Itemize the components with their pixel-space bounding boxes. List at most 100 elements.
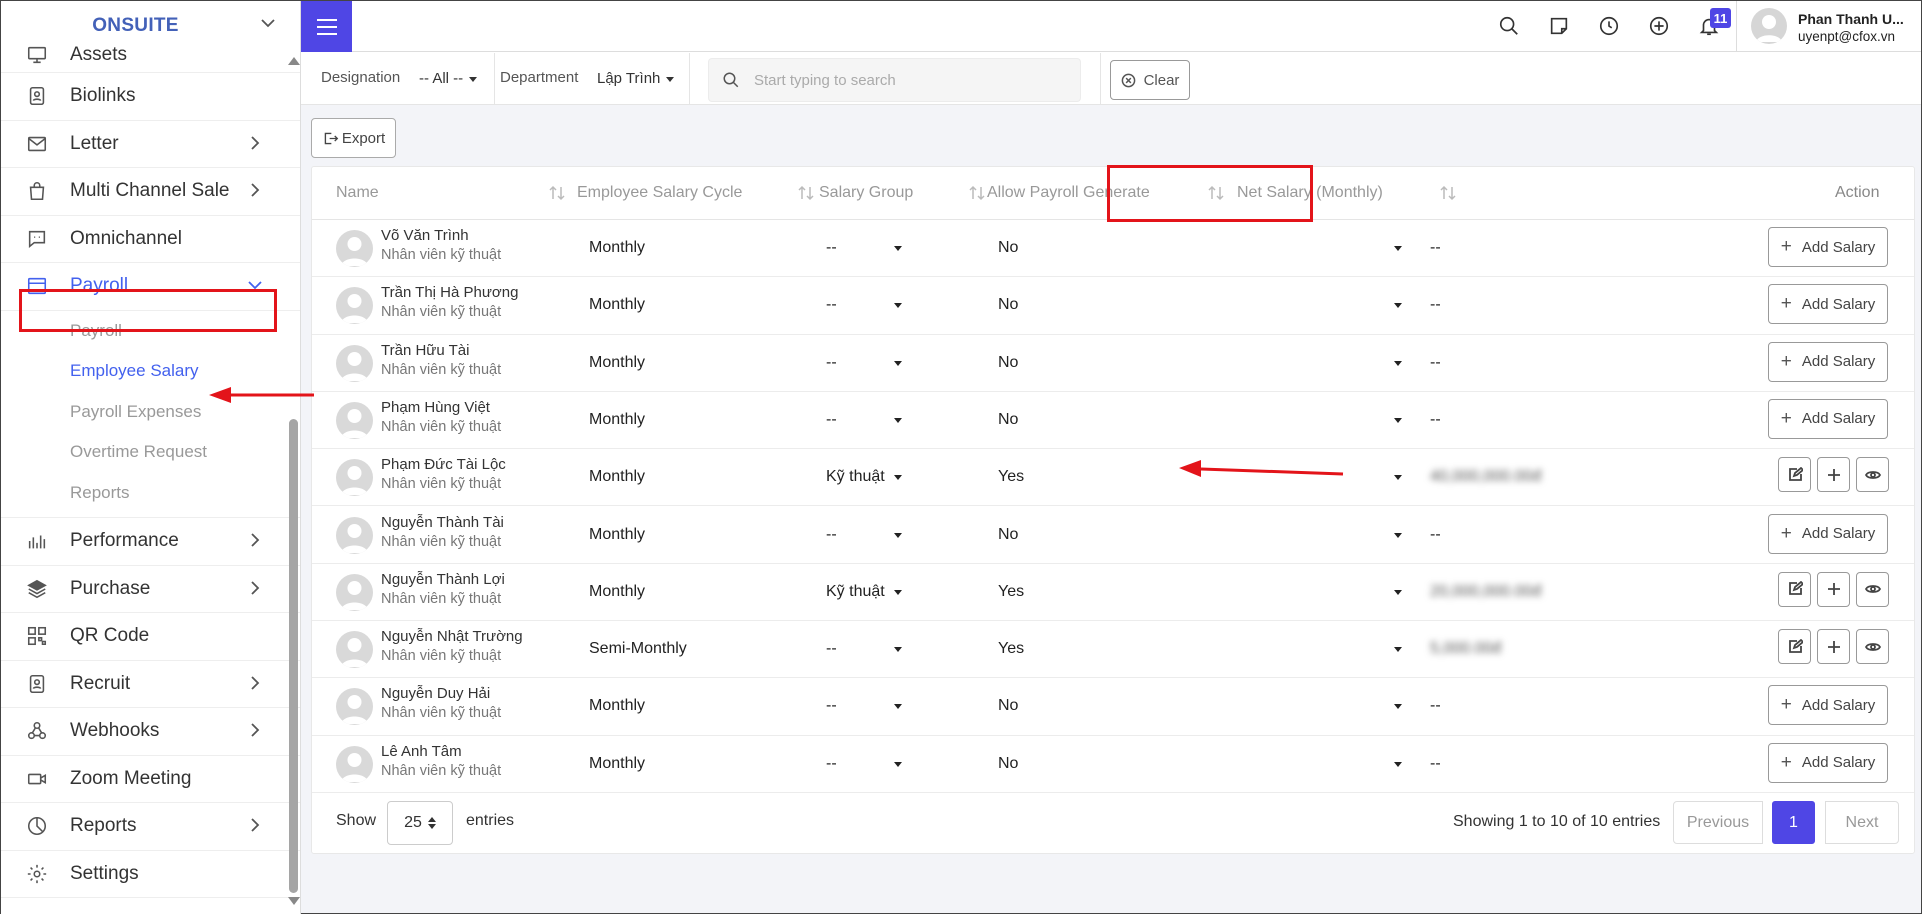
view-button[interactable] (1856, 571, 1889, 607)
column-header-net-salary[interactable]: Net Salary (Monthly) (1237, 184, 1383, 202)
next-page-button[interactable]: Next (1825, 801, 1899, 844)
chevron-down-icon[interactable] (260, 15, 276, 31)
search-icon[interactable] (1498, 15, 1522, 39)
employee-name[interactable]: Nguyễn Duy Hải (381, 685, 490, 702)
caret-down-icon[interactable] (894, 647, 902, 653)
caret-down-icon[interactable] (1394, 303, 1402, 309)
add-button[interactable] (1817, 457, 1850, 493)
clock-icon[interactable] (1598, 15, 1622, 39)
user-name[interactable]: Phan Thanh U... (1798, 11, 1904, 27)
sidebar-item-purchase[interactable]: Purchase (1, 566, 300, 613)
submenu-item-payroll-expenses[interactable]: Payroll Expenses (1, 392, 300, 433)
previous-page-button[interactable]: Previous (1673, 801, 1763, 844)
caret-down-icon[interactable] (1394, 704, 1402, 710)
sidebar-item-biolinks[interactable]: Biolinks (1, 73, 300, 121)
caret-down-icon[interactable] (1394, 246, 1402, 251)
employee-name[interactable]: Phạm Hùng Việt (381, 399, 490, 416)
sidebar-item-performance[interactable]: Performance (1, 518, 300, 566)
submenu-item-overtime-request[interactable]: Overtime Request (1, 432, 300, 473)
allow-payroll-select[interactable]: No (998, 239, 1018, 257)
page-size-select[interactable]: 25 (387, 801, 453, 845)
employee-name[interactable]: Trần Hữu Tài (381, 342, 469, 359)
sort-icon[interactable] (797, 185, 815, 201)
submenu-item-reports[interactable]: Reports (1, 473, 300, 514)
salary-cycle-select[interactable]: Monthly (589, 296, 645, 314)
caret-down-icon[interactable] (1394, 532, 1402, 538)
department-select[interactable]: Lập Trình (597, 70, 675, 87)
edit-button[interactable] (1778, 457, 1811, 493)
sort-icon[interactable] (1207, 185, 1225, 201)
view-button[interactable] (1856, 457, 1889, 493)
column-header-name[interactable]: Name (336, 184, 379, 202)
view-button[interactable] (1856, 629, 1889, 665)
hamburger-menu-button[interactable] (301, 1, 352, 52)
allow-payroll-select[interactable]: No (998, 755, 1018, 773)
submenu-item-employee-salary[interactable]: Employee Salary (1, 351, 300, 392)
search-box[interactable] (708, 58, 1081, 102)
sidebar-item-multi-channel-sale[interactable]: Multi Channel Sale (1, 168, 300, 216)
caret-down-icon[interactable] (894, 475, 902, 481)
allow-payroll-select[interactable]: Yes (998, 640, 1024, 658)
column-header-allow-payroll[interactable]: Allow Payroll Generate (987, 184, 1150, 202)
designation-select[interactable]: -- All -- (419, 70, 478, 87)
add-salary-button[interactable]: + Add Salary (1768, 341, 1888, 382)
add-salary-button[interactable]: + Add Salary (1768, 398, 1888, 439)
sidebar-item-reports[interactable]: Reports (1, 803, 300, 851)
add-salary-button[interactable]: + Add Salary (1768, 227, 1888, 267)
note-icon[interactable] (1548, 15, 1572, 39)
allow-payroll-select[interactable]: No (998, 296, 1018, 314)
scroll-down-arrow-icon[interactable] (288, 897, 300, 905)
salary-cycle-select[interactable]: Monthly (589, 755, 645, 773)
export-button[interactable]: Export (311, 118, 396, 158)
caret-down-icon[interactable] (894, 532, 902, 538)
page-1-button[interactable]: 1 (1772, 801, 1815, 844)
employee-name[interactable]: Trần Thị Hà Phương (381, 284, 518, 301)
employee-name[interactable]: Nguyễn Thành Tài (381, 514, 504, 531)
sidebar-item-recruit[interactable]: Recruit (1, 661, 300, 708)
allow-payroll-select[interactable]: No (998, 354, 1018, 372)
sidebar-item-letter[interactable]: Letter (1, 121, 300, 168)
sidebar-item-omnichannel[interactable]: Omnichannel (1, 216, 300, 263)
caret-down-icon[interactable] (1394, 475, 1402, 481)
caret-down-icon[interactable] (1394, 417, 1402, 423)
employee-name[interactable]: Nguyễn Nhật Trường (381, 628, 523, 645)
plus-circle-icon[interactable] (1648, 15, 1672, 39)
sidebar-item-webhooks[interactable]: Webhooks (1, 708, 300, 756)
scrollbar-thumb[interactable] (289, 419, 298, 893)
caret-down-icon[interactable] (894, 303, 902, 309)
add-salary-button[interactable]: + Add Salary (1768, 742, 1888, 783)
edit-button[interactable] (1778, 629, 1811, 665)
add-salary-button[interactable]: + Add Salary (1768, 685, 1888, 726)
add-salary-button[interactable]: + Add Salary (1768, 284, 1888, 325)
salary-cycle-select[interactable]: Monthly (589, 583, 645, 601)
sort-icon[interactable] (968, 185, 986, 201)
employee-name[interactable]: Phạm Đức Tài Lộc (381, 456, 506, 473)
add-button[interactable] (1817, 571, 1850, 607)
column-header-salary-group[interactable]: Salary Group (819, 184, 913, 202)
caret-down-icon[interactable] (894, 589, 902, 595)
caret-down-icon[interactable] (894, 360, 902, 366)
scroll-up-arrow-icon[interactable] (288, 57, 300, 65)
salary-cycle-select[interactable]: Monthly (589, 354, 645, 372)
salary-cycle-select[interactable]: Semi-Monthly (589, 640, 687, 658)
user-avatar[interactable] (1751, 8, 1787, 44)
sidebar-item-qr-code[interactable]: QR Code (1, 613, 300, 661)
employee-name[interactable]: Võ Văn Trình (381, 227, 469, 244)
salary-cycle-select[interactable]: Monthly (589, 468, 645, 486)
allow-payroll-select[interactable]: Yes (998, 583, 1024, 601)
sidebar-scrollbar[interactable] (286, 53, 300, 911)
sort-icon[interactable] (1439, 185, 1457, 201)
allow-payroll-select[interactable]: No (998, 411, 1018, 429)
salary-cycle-select[interactable]: Monthly (589, 411, 645, 429)
edit-button[interactable] (1778, 571, 1811, 607)
caret-down-icon[interactable] (1394, 360, 1402, 366)
allow-payroll-select[interactable]: No (998, 526, 1018, 544)
caret-down-icon[interactable] (1394, 647, 1402, 653)
caret-down-icon[interactable] (1394, 761, 1402, 767)
sidebar-item-settings[interactable]: Settings (1, 851, 300, 898)
sidebar-item-assets[interactable]: Assets (1, 37, 300, 73)
salary-cycle-select[interactable]: Monthly (589, 697, 645, 715)
add-button[interactable] (1817, 629, 1850, 665)
salary-cycle-select[interactable]: Monthly (589, 526, 645, 544)
caret-down-icon[interactable] (894, 417, 902, 423)
